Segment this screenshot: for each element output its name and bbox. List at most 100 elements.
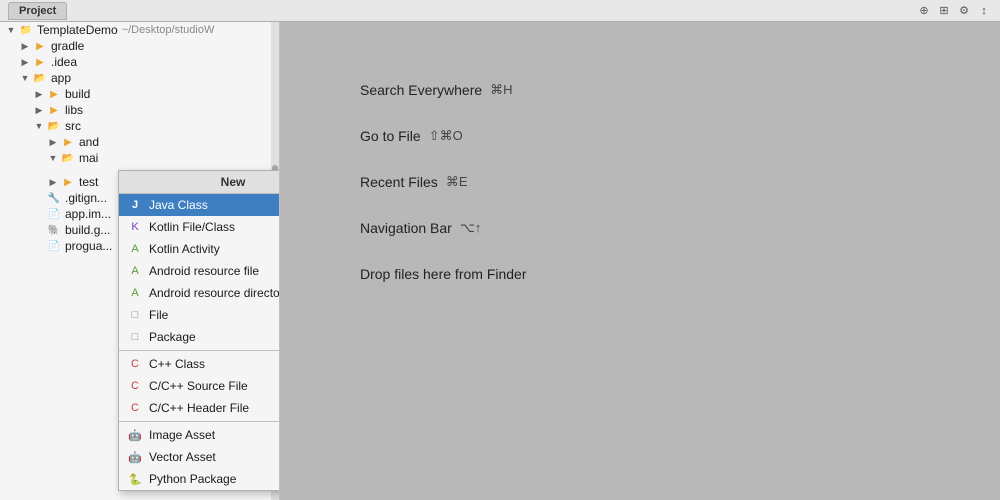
build-folder-icon: ▶ (46, 87, 62, 101)
tree-item-libs[interactable]: ▶ ▶ libs (0, 102, 279, 118)
libs-arrow: ▶ (32, 103, 46, 117)
gitignore-icon: 🔧 (46, 191, 62, 205)
gradle-arrow: ▶ (18, 39, 32, 53)
file-tree-panel: ▼ 📁 TemplateDemo ~/Desktop/studioW ▶ ▶ g… (0, 22, 280, 500)
kotlin-activity-icon: A (127, 241, 143, 257)
main-layout: ▼ 📁 TemplateDemo ~/Desktop/studioW ▶ ▶ g… (0, 22, 1000, 500)
test-folder-icon: ▶ (60, 175, 76, 189)
menu-item-python-package[interactable]: 🐍 Python Package (119, 468, 280, 490)
cpp-header-label: C/C++ Header File (149, 401, 249, 415)
goto-file-label: Go to File (360, 128, 421, 144)
vector-asset-label: Vector Asset (149, 450, 216, 464)
menu-item-cpp-source[interactable]: C C/C++ Source File (119, 375, 280, 397)
tree-item-src[interactable]: ▼ 📂 src (0, 118, 279, 134)
test-label: test (79, 175, 98, 189)
cpp-source-icon: C (127, 378, 143, 394)
project-tab[interactable]: Project (8, 2, 67, 20)
root-path: ~/Desktop/studioW (122, 24, 215, 36)
cpp-class-label: C++ Class (149, 357, 205, 371)
vector-asset-icon: 🤖 (127, 449, 143, 465)
and-label: and (79, 135, 99, 149)
shortcut-navigation-bar: Navigation Bar ⌥↑ (360, 220, 481, 236)
kotlin-activity-label: Kotlin Activity (149, 242, 220, 256)
app-folder-icon: 📂 (32, 71, 48, 85)
menu-item-package[interactable]: □ Package (119, 326, 280, 348)
gitignore-spacer (32, 191, 46, 205)
libs-folder-icon: ▶ (46, 103, 62, 117)
menu-item-android-resource-dir[interactable]: A Android resource directory (119, 282, 280, 304)
goto-file-key: ⇧⌘O (429, 128, 463, 144)
libs-label: libs (65, 103, 83, 117)
menu-item-vector-asset[interactable]: 🤖 Vector Asset (119, 446, 280, 468)
layout-icon[interactable]: ⊞ (936, 3, 952, 19)
kotlin-file-label: Kotlin File/Class (149, 220, 235, 234)
java-icon: J (127, 197, 143, 213)
title-bar: Project ⊕ ⊞ ⚙ ↕ (0, 0, 1000, 22)
mai-label: mai (79, 151, 98, 165)
image-asset-label: Image Asset (149, 428, 215, 442)
proguard-icon: 📄 (46, 239, 62, 253)
sort-icon[interactable]: ↕ (976, 3, 992, 19)
tree-item-and[interactable]: ▶ ▶ and (0, 134, 279, 150)
and-arrow: ▶ (46, 135, 60, 149)
kotlin-file-icon: K (127, 219, 143, 235)
recent-files-label: Recent Files (360, 174, 438, 190)
root-label: TemplateDemo (37, 23, 118, 37)
tree-item-mai[interactable]: ▼ 📂 mai (0, 150, 279, 166)
navigation-bar-label: Navigation Bar (360, 220, 452, 236)
root-arrow: ▼ (4, 23, 18, 37)
image-asset-icon: 🤖 (127, 427, 143, 443)
package-icon: □ (127, 329, 143, 345)
src-folder-icon: 📂 (46, 119, 62, 133)
test-arrow: ▶ (46, 175, 60, 189)
gitignore-label: .gitign... (65, 191, 107, 205)
and-folder-icon: ▶ (60, 135, 76, 149)
menu-item-kotlin-activity[interactable]: A Kotlin Activity (119, 238, 280, 260)
shortcut-recent-files: Recent Files ⌘E (360, 174, 467, 190)
menu-item-cpp-class[interactable]: C C++ Class (119, 353, 280, 375)
package-label: Package (149, 330, 196, 344)
tree-item-gradle[interactable]: ▶ ▶ gradle (0, 38, 279, 54)
cpp-class-icon: C (127, 356, 143, 372)
src-arrow: ▼ (32, 119, 46, 133)
idea-folder-icon: ▶ (32, 55, 48, 69)
build-g-icon: 🐘 (46, 223, 62, 237)
file-icon: □ (127, 307, 143, 323)
java-class-label: Java Class (149, 198, 208, 212)
proguard-label: progua... (65, 239, 112, 253)
separator-1 (119, 350, 280, 351)
drop-files-label: Drop files here from Finder (360, 266, 527, 282)
tree-item-build[interactable]: ▶ ▶ build (0, 86, 279, 102)
root-folder-icon: 📁 (18, 23, 34, 37)
globe-icon[interactable]: ⊕ (916, 3, 932, 19)
menu-item-cpp-header[interactable]: C C/C++ Header File (119, 397, 280, 419)
mai-arrow: ▼ (46, 151, 60, 165)
context-menu-header: New (119, 171, 280, 194)
menu-item-image-asset[interactable]: 🤖 Image Asset (119, 424, 280, 446)
menu-item-kotlin-file[interactable]: K Kotlin File/Class (119, 216, 280, 238)
recent-files-key: ⌘E (446, 174, 468, 190)
build-g-spacer (32, 223, 46, 237)
menu-item-file[interactable]: □ File (119, 304, 280, 326)
file-label: File (149, 308, 168, 322)
android-resource-dir-label: Android resource directory (149, 286, 280, 300)
android-res-dir-icon: A (127, 285, 143, 301)
build-g-label: build.g... (65, 223, 110, 237)
context-menu: New J Java Class K Kotlin File/Class A K… (118, 170, 280, 491)
tree-item-app[interactable]: ▼ 📂 app (0, 70, 279, 86)
menu-item-java-class[interactable]: J Java Class (119, 194, 280, 216)
proguard-spacer (32, 239, 46, 253)
app-iml-icon: 📄 (46, 207, 62, 221)
app-iml-spacer (32, 207, 46, 221)
python-package-icon: 🐍 (127, 471, 143, 487)
tree-root[interactable]: ▼ 📁 TemplateDemo ~/Desktop/studioW (0, 22, 279, 38)
shortcut-goto-file: Go to File ⇧⌘O (360, 128, 463, 144)
android-res-file-icon: A (127, 263, 143, 279)
tree-item-idea[interactable]: ▶ ▶ .idea (0, 54, 279, 70)
search-everywhere-key: ⌘H (490, 82, 512, 98)
python-package-label: Python Package (149, 472, 236, 486)
idea-label: .idea (51, 55, 77, 69)
settings-icon[interactable]: ⚙ (956, 3, 972, 19)
menu-item-android-resource-file[interactable]: A Android resource file (119, 260, 280, 282)
title-bar-icons: ⊕ ⊞ ⚙ ↕ (916, 3, 992, 19)
